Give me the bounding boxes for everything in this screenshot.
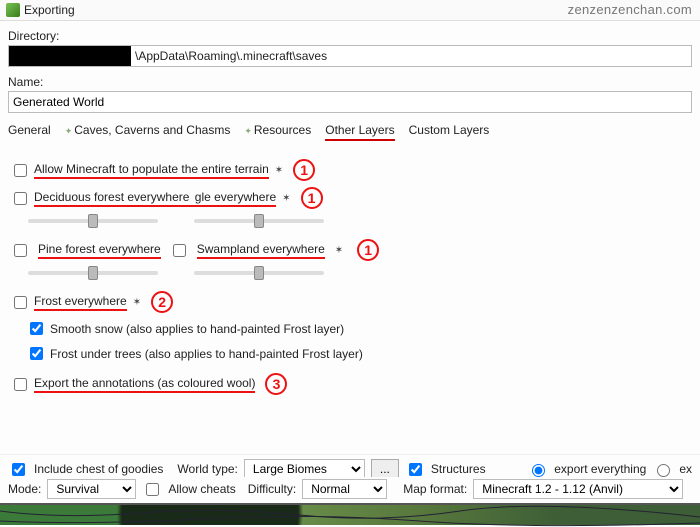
deciduous-text: Deciduous forest everywhere (34, 190, 189, 204)
tab-general[interactable]: General (8, 123, 51, 141)
tabs: General ✦Caves, Caverns and Chasms ✦Reso… (8, 123, 692, 141)
star-icon: ✶ (275, 165, 283, 176)
bottom-bar-2: Mode: Survival Allow cheats Difficulty: … (0, 477, 700, 503)
directory-label: Directory: (8, 29, 692, 43)
mapformat-label: Map format: (403, 482, 467, 496)
watermark: zenzenzenchan.com (568, 2, 692, 17)
star-icon: ✶ (282, 193, 290, 204)
redacted-path (9, 46, 131, 66)
app-icon (6, 3, 20, 17)
gle-overlap-text: gle everywhere (195, 190, 276, 204)
mapformat-select[interactable]: Minecraft 1.2 - 1.12 (Anvil) (473, 479, 683, 499)
worldtype-more-button[interactable]: ... (371, 459, 399, 479)
annotation-2: 2 (151, 291, 173, 313)
structures-label: Structures (431, 462, 486, 476)
tab-caves-label: Caves, Caverns and Chasms (74, 123, 230, 137)
populate-checkbox[interactable] (14, 164, 27, 177)
tab-other-layers[interactable]: Other Layers (325, 123, 394, 141)
star-icon: ✶ (133, 297, 141, 308)
export-everything-radio[interactable] (532, 464, 545, 477)
frost-checkbox[interactable] (14, 296, 27, 309)
deciduous-label: Deciduous forest everywhere gle everywhe… (34, 190, 276, 207)
export-everything-label: export everything (554, 462, 646, 476)
difficulty-select[interactable]: Normal (302, 479, 387, 499)
map-background (0, 503, 700, 525)
export-annotations-label: Export the annotations (as coloured wool… (34, 376, 255, 393)
tab-caves[interactable]: ✦Caves, Caverns and Chasms (65, 123, 231, 141)
annotation-1a: 1 (293, 159, 315, 181)
mode-label: Mode: (8, 482, 41, 496)
mode-select[interactable]: Survival (47, 479, 136, 499)
window-title: Exporting (24, 3, 75, 17)
export-ex-label: ex (679, 462, 692, 476)
difficulty-label: Difficulty: (248, 482, 296, 496)
frost-under-trees-label: Frost under trees (also applies to hand-… (50, 347, 363, 361)
worldtype-select[interactable]: Large Biomes (244, 459, 365, 479)
pine-checkbox[interactable] (14, 244, 27, 257)
contour-lines-icon (0, 505, 700, 527)
export-ex-radio[interactable] (657, 464, 670, 477)
annotation-3: 3 (265, 373, 287, 395)
pine-slider[interactable] (28, 271, 158, 275)
gle-slider[interactable] (194, 219, 324, 223)
caves-icon: ✦ (65, 126, 73, 136)
frost-under-trees-checkbox[interactable] (30, 347, 43, 360)
annotation-1b: 1 (301, 187, 323, 209)
swamp-label: Swampland everywhere (197, 242, 325, 259)
pine-label: Pine forest everywhere (38, 242, 161, 259)
swamp-checkbox[interactable] (173, 244, 186, 257)
cheats-label: Allow cheats (168, 482, 235, 496)
smooth-snow-label: Smooth snow (also applies to hand-painte… (50, 322, 344, 336)
directory-field[interactable]: \AppData\Roaming\.minecraft\saves (8, 45, 692, 67)
deciduous-slider[interactable] (28, 219, 158, 223)
structures-checkbox[interactable] (409, 463, 422, 476)
tab-resources[interactable]: ✦Resources (244, 123, 311, 141)
frost-label: Frost everywhere (34, 294, 127, 311)
chest-label: Include chest of goodies (34, 462, 163, 476)
cheats-checkbox[interactable] (146, 483, 159, 496)
resources-icon: ✦ (244, 126, 252, 136)
tab-custom-layers[interactable]: Custom Layers (409, 123, 490, 141)
name-label: Name: (8, 75, 692, 89)
deciduous-checkbox[interactable] (14, 192, 27, 205)
smooth-snow-checkbox[interactable] (30, 322, 43, 335)
worldtype-label: World type: (177, 462, 237, 476)
name-field[interactable] (8, 91, 692, 113)
annotation-1c: 1 (357, 239, 379, 261)
other-layers-panel: Allow Minecraft to populate the entire t… (8, 149, 692, 405)
star-icon: ✶ (335, 245, 343, 256)
tab-resources-label: Resources (254, 123, 311, 137)
export-annotations-checkbox[interactable] (14, 378, 27, 391)
populate-label: Allow Minecraft to populate the entire t… (34, 162, 269, 179)
directory-suffix: \AppData\Roaming\.minecraft\saves (131, 46, 331, 66)
main-panel: Directory: \AppData\Roaming\.minecraft\s… (0, 21, 700, 409)
swamp-slider[interactable] (194, 271, 324, 275)
chest-checkbox[interactable] (12, 463, 25, 476)
